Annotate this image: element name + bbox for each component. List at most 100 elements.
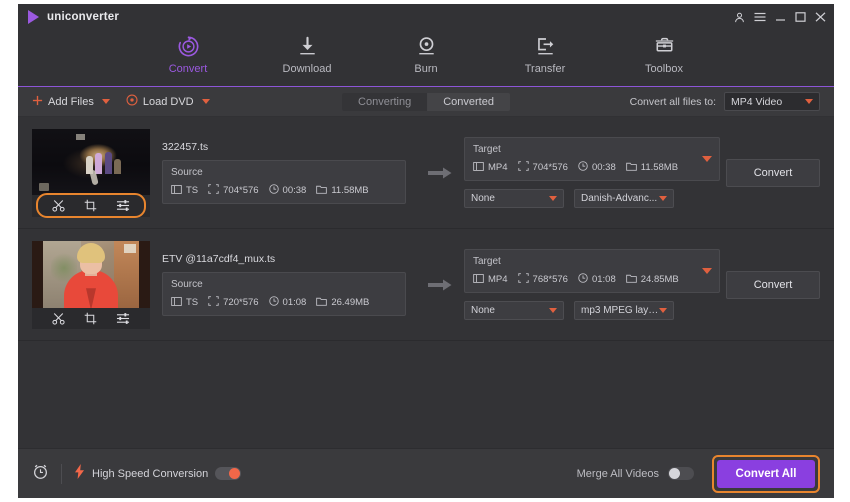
chevron-down-icon bbox=[805, 99, 813, 104]
target-size-value: 11.58MB bbox=[640, 162, 679, 173]
source-resolution: 704*576 bbox=[208, 184, 259, 197]
minimize-icon[interactable] bbox=[775, 12, 786, 22]
clock-icon bbox=[268, 296, 279, 309]
nav-label-download: Download bbox=[282, 63, 332, 75]
load-dvd-dropdown-caret[interactable] bbox=[201, 99, 210, 104]
target-duration-value: 00:38 bbox=[591, 162, 616, 173]
target-format: MP4 bbox=[473, 273, 508, 286]
format-icon bbox=[473, 273, 484, 286]
target-format-dropdown-caret[interactable] bbox=[702, 268, 712, 274]
target-format-dropdown-caret[interactable] bbox=[702, 156, 712, 162]
nav-item-download[interactable]: Download bbox=[270, 30, 344, 75]
add-files-dropdown-caret[interactable] bbox=[101, 99, 110, 104]
footer-bar: High Speed Conversion Merge All Videos C… bbox=[18, 448, 834, 498]
target-resolution: 704*576 bbox=[517, 161, 568, 174]
nav-item-burn[interactable]: Burn bbox=[389, 30, 463, 75]
app-title: uniconverter bbox=[47, 11, 120, 23]
format-icon bbox=[171, 296, 182, 309]
target-panel: Target MP4 704*576 00:38 11.58MB bbox=[464, 137, 720, 181]
high-speed-conversion-toggle[interactable] bbox=[215, 467, 242, 480]
video-thumbnail bbox=[32, 240, 150, 308]
source-duration: 00:38 bbox=[268, 184, 307, 197]
target-title: Target bbox=[473, 144, 501, 155]
target-size-value: 24.85MB bbox=[640, 274, 679, 285]
tab-converting[interactable]: Converting bbox=[342, 92, 428, 111]
file-name: ETV @11a7cdf4_mux.ts bbox=[162, 253, 276, 265]
crop-icon[interactable] bbox=[84, 199, 97, 212]
convert-all-to-value: MP4 Video bbox=[731, 95, 783, 108]
source-size-value: 26.49MB bbox=[331, 297, 370, 308]
subtitle-select[interactable]: None bbox=[464, 189, 564, 208]
row-convert-cell: Convert bbox=[726, 158, 826, 187]
trim-icon[interactable] bbox=[52, 312, 65, 325]
maximize-icon[interactable] bbox=[795, 12, 806, 22]
menu-icon[interactable] bbox=[754, 12, 766, 22]
nav-item-convert[interactable]: Convert bbox=[151, 30, 225, 75]
converting-converted-tabs: Converting Converted bbox=[342, 92, 510, 111]
close-icon[interactable] bbox=[815, 12, 826, 22]
subtitle-select[interactable]: None bbox=[464, 301, 564, 320]
add-files-button[interactable]: Add Files bbox=[32, 95, 94, 109]
effect-icon[interactable] bbox=[116, 312, 130, 325]
nav-item-transfer[interactable]: Transfer bbox=[508, 30, 582, 75]
merge-all-videos-group: Merge All Videos bbox=[577, 467, 694, 480]
load-dvd-button[interactable]: Load DVD bbox=[126, 94, 194, 109]
alarm-clock-icon[interactable] bbox=[32, 463, 49, 485]
nav-label-toolbox: Toolbox bbox=[645, 63, 683, 75]
convert-button[interactable]: Convert bbox=[726, 270, 820, 299]
audio-track-select[interactable]: Danish-Advanc... bbox=[574, 189, 674, 208]
app-window: uniconverter Convert Download Burn Trans… bbox=[18, 4, 834, 498]
account-icon[interactable] bbox=[734, 12, 745, 23]
resolution-icon bbox=[517, 161, 529, 174]
resolution-icon bbox=[208, 296, 219, 309]
add-files-label: Add Files bbox=[48, 95, 94, 108]
source-format: TS bbox=[171, 184, 199, 197]
trim-icon[interactable] bbox=[52, 199, 65, 212]
source-size: 11.58MB bbox=[316, 185, 369, 197]
footer-divider bbox=[61, 463, 62, 484]
chevron-down-icon bbox=[659, 196, 667, 201]
source-format: TS bbox=[171, 296, 199, 309]
merge-all-videos-toggle[interactable] bbox=[668, 467, 694, 480]
row-convert-cell: Convert bbox=[726, 270, 826, 299]
convert-all-to-select[interactable]: MP4 Video bbox=[724, 92, 820, 111]
title-bar: uniconverter bbox=[18, 4, 834, 30]
convert-all-highlight: Convert All bbox=[712, 454, 820, 493]
source-duration-value: 00:38 bbox=[282, 185, 307, 196]
convert-button[interactable]: Convert bbox=[726, 158, 820, 187]
convert-all-button[interactable]: Convert All bbox=[717, 459, 815, 488]
tab-converted[interactable]: Converted bbox=[427, 93, 510, 111]
folder-icon bbox=[625, 274, 637, 286]
file-thumbnail-group bbox=[32, 240, 150, 329]
effect-icon[interactable] bbox=[116, 199, 130, 212]
target-size: 24.85MB bbox=[625, 274, 679, 286]
target-meta: MP4 768*576 01:08 24.85MB bbox=[473, 273, 711, 286]
format-icon bbox=[473, 161, 484, 174]
source-size: 26.49MB bbox=[316, 297, 369, 309]
source-format-value: TS bbox=[186, 185, 199, 196]
target-duration-value: 01:08 bbox=[591, 274, 616, 285]
transfer-icon bbox=[533, 33, 558, 60]
burn-icon bbox=[414, 33, 439, 60]
thumb-person-hair bbox=[77, 243, 105, 264]
nav-label-burn: Burn bbox=[414, 63, 438, 75]
target-duration: 00:38 bbox=[578, 161, 616, 174]
load-dvd-label: Load DVD bbox=[142, 95, 194, 108]
thumb-detail-bottom bbox=[39, 182, 50, 191]
folder-icon bbox=[316, 297, 328, 309]
source-format-value: TS bbox=[186, 297, 199, 308]
source-info: ETV @11a7cdf4_mux.ts Source TS 720*576 0… bbox=[162, 253, 416, 316]
clock-icon bbox=[268, 184, 279, 197]
target-title: Target bbox=[473, 256, 501, 267]
crop-icon[interactable] bbox=[84, 312, 97, 325]
folder-icon bbox=[625, 162, 637, 174]
audio-track-select[interactable]: mp3 MPEG laye... bbox=[574, 301, 674, 320]
target-resolution-value: 768*576 bbox=[532, 274, 568, 285]
source-panel: Source TS 720*576 01:08 26.49MB bbox=[162, 272, 406, 316]
source-meta: TS 720*576 01:08 26.49MB bbox=[171, 296, 397, 309]
clock-icon bbox=[578, 161, 588, 174]
nav-item-toolbox[interactable]: Toolbox bbox=[627, 30, 701, 75]
source-duration-value: 01:08 bbox=[282, 297, 307, 308]
subtitle-value: None bbox=[471, 305, 495, 316]
convert-all-to-group: Convert all files to: MP4 Video bbox=[630, 92, 820, 111]
